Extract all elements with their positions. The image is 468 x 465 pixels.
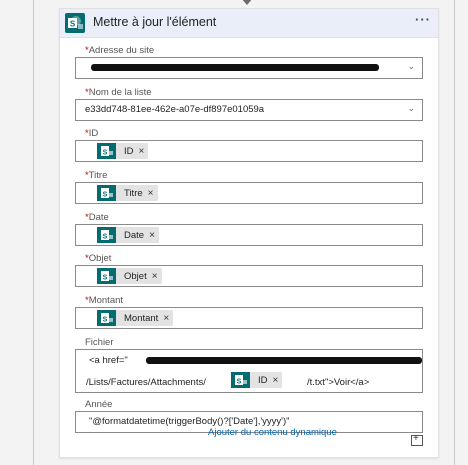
annee-value: "@formatdatetime(triggerBody()?['Date'],… <box>89 416 290 427</box>
remove-token-icon[interactable]: × <box>148 188 158 199</box>
list-name-value: e33dd748-81ee-462e-a07e-df897e01059a <box>85 104 265 115</box>
connector-arrow-icon <box>241 0 253 5</box>
sharepoint-icon: S <box>231 372 250 388</box>
canvas-guide-right <box>454 0 455 465</box>
sharepoint-icon: S <box>97 227 116 243</box>
fichier-field[interactable]: <a href=" /Lists/Factures/Attachments/ S… <box>75 349 423 393</box>
fichier-line2-text: /Lists/Factures/Attachments/ <box>86 377 206 388</box>
dynamic-token-objet[interactable]: S Objet × <box>97 268 162 284</box>
svg-text:S: S <box>103 192 108 199</box>
field-label-site: *Adresse du site <box>85 45 155 56</box>
fichier-line1-text: <a href=" <box>89 355 128 366</box>
dynamic-token-montant[interactable]: S Montant × <box>97 310 174 326</box>
more-options-button[interactable]: ··· <box>415 12 431 27</box>
token-label: Date <box>124 229 145 241</box>
token-label: Objet <box>124 270 147 282</box>
id-field[interactable]: S ID × <box>75 140 423 162</box>
field-label-id: *ID <box>85 128 99 139</box>
field-label-list: *Nom de la liste <box>85 87 152 98</box>
token-label: ID <box>124 145 134 157</box>
objet-field[interactable]: S Objet × <box>75 265 423 287</box>
chevron-down-icon[interactable]: ⌄ <box>407 61 415 72</box>
add-dynamic-content-icon[interactable] <box>411 433 423 446</box>
montant-field[interactable]: S Montant × <box>75 307 423 329</box>
dynamic-token-id[interactable]: S ID × <box>97 143 149 159</box>
chevron-down-icon[interactable]: ⌄ <box>407 103 415 114</box>
redacted-url <box>146 357 422 364</box>
list-name-dropdown[interactable]: e33dd748-81ee-462e-a07e-df897e01059a ⌄ <box>75 99 423 121</box>
site-address-dropdown[interactable]: ⌄ <box>75 57 423 79</box>
action-card: S Mettre à jour l'élément ··· *Adresse d… <box>59 8 439 458</box>
fichier-line2-suffix: /t.txt">Voir</a> <box>307 377 370 388</box>
titre-field[interactable]: S Titre × <box>75 182 423 204</box>
date-field[interactable]: S Date × <box>75 224 423 246</box>
sharepoint-icon: S <box>65 13 85 33</box>
token-label: Titre <box>124 187 143 199</box>
action-title: Mettre à jour l'élément <box>93 15 217 29</box>
remove-token-icon[interactable]: × <box>273 375 283 386</box>
remove-token-icon[interactable]: × <box>149 230 159 241</box>
action-header[interactable]: S Mettre à jour l'élément ··· <box>60 9 438 38</box>
sharepoint-icon: S <box>97 268 116 284</box>
sharepoint-icon: S <box>97 143 116 159</box>
svg-text:S: S <box>237 379 242 386</box>
field-label-objet: *Objet <box>85 253 112 264</box>
dynamic-token-titre[interactable]: S Titre × <box>97 185 158 201</box>
svg-text:S: S <box>103 317 108 324</box>
token-label: Montant <box>124 312 159 324</box>
field-label-montant: *Montant <box>85 295 124 306</box>
canvas-guide-left <box>33 0 34 465</box>
field-label-annee: Année <box>85 399 113 410</box>
svg-text:S: S <box>103 275 108 282</box>
sharepoint-icon: S <box>97 310 116 326</box>
field-label-date: *Date <box>85 212 109 223</box>
field-label-fichier: Fichier <box>85 337 114 348</box>
svg-text:S: S <box>70 20 76 29</box>
sharepoint-icon: S <box>97 185 116 201</box>
svg-text:S: S <box>103 150 108 157</box>
remove-token-icon[interactable]: × <box>139 146 149 157</box>
svg-text:S: S <box>103 234 108 241</box>
redacted-url <box>91 64 379 71</box>
remove-token-icon[interactable]: × <box>152 271 162 282</box>
field-label-titre: *Titre <box>85 170 108 181</box>
dynamic-token-date[interactable]: S Date × <box>97 227 159 243</box>
dynamic-token-id[interactable]: S ID × <box>231 372 283 388</box>
remove-token-icon[interactable]: × <box>163 313 173 324</box>
token-label: ID <box>258 374 268 386</box>
add-dynamic-content-link[interactable]: Ajouter du contenu dynamique <box>208 427 337 438</box>
